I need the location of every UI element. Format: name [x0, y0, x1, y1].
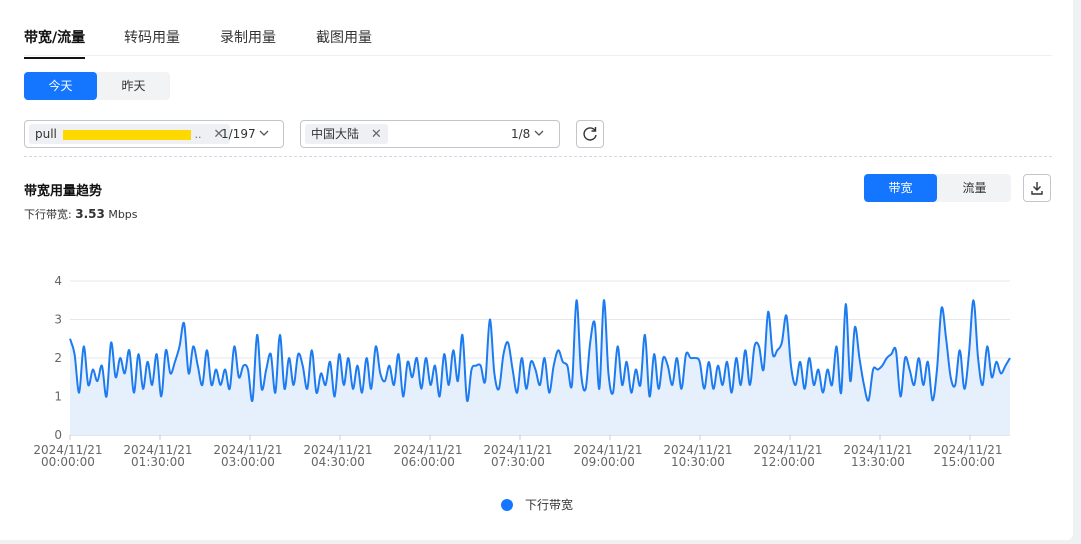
y-tick-label: 3: [54, 313, 62, 327]
x-tick-label: 03:00:00: [221, 455, 275, 469]
tab-snapshot-usage[interactable]: 截图用量: [316, 27, 372, 47]
chevron-down-icon[interactable]: [533, 127, 545, 139]
chevron-down-icon[interactable]: [258, 127, 270, 139]
series-line: [69, 299, 1011, 402]
chart-legend[interactable]: 下行带宽: [501, 496, 573, 513]
region-chip-label: 中国大陆: [311, 127, 360, 141]
metric-summary: 下行带宽: 3.53 Mbps: [24, 206, 138, 222]
tab-bar: 带宽/流量 转码用量 录制用量 截图用量: [24, 22, 1052, 59]
x-tick-label: 10:30:00: [671, 455, 725, 469]
y-tick-label: 2: [54, 351, 62, 365]
x-tick-label: 00:00:00: [41, 455, 95, 469]
y-tick-label: 1: [54, 390, 62, 404]
y-tick-label: 4: [54, 274, 62, 288]
yesterday-button[interactable]: 昨天: [97, 72, 170, 100]
x-tick-label: 01:30:00: [131, 455, 185, 469]
metric-unit: Mbps: [108, 208, 138, 221]
region-select[interactable]: 中国大陆 ✕ 1/8: [300, 120, 560, 148]
stream-chip-label: pull: [35, 127, 57, 141]
download-button[interactable]: [1023, 174, 1051, 202]
x-tick-label: 06:00:00: [401, 455, 455, 469]
x-tick-label: 09:00:00: [581, 455, 635, 469]
chart-title: 带宽用量趋势: [24, 184, 103, 199]
tab-record-usage[interactable]: 录制用量: [220, 27, 276, 47]
region-count: 1/8: [511, 127, 531, 141]
y-axis-ticks: 0 1 2 3 4: [54, 274, 62, 442]
x-tick-label: 07:30:00: [491, 455, 545, 469]
metric-toggle: 带宽 流量: [864, 174, 1011, 202]
ellipsis: ..: [194, 128, 202, 141]
x-tick-label: 12:00:00: [761, 455, 815, 469]
x-tick-label: 13:30:00: [851, 455, 905, 469]
bandwidth-chart: 0 1 2 3 4 2024/11/2100:00:002024/11/2101:30:…: [33, 274, 1011, 469]
x-axis-ticks: 2024/11/2100:00:002024/11/2101:30:002024…: [33, 435, 1003, 469]
region-chip: 中国大陆 ✕: [305, 124, 388, 144]
refresh-icon: [583, 127, 597, 141]
x-tick-label: 04:30:00: [311, 455, 365, 469]
metric-value: 3.53: [75, 207, 105, 221]
refresh-button[interactable]: [576, 120, 604, 148]
tab-bandwidth-traffic[interactable]: 带宽/流量: [24, 27, 86, 59]
stream-select[interactable]: pull .. ✕ 1/197: [24, 120, 284, 148]
stream-count: 1/197: [221, 127, 256, 141]
download-icon: [1031, 182, 1043, 195]
bandwidth-button[interactable]: 带宽: [864, 174, 937, 202]
y-tick-label: 0: [54, 428, 62, 442]
legend-swatch: [501, 498, 513, 511]
main-card: 带宽/流量 转码用量 录制用量 截图用量 今天 昨天 pull .. ✕ 1/1…: [0, 0, 1073, 540]
today-button[interactable]: 今天: [24, 72, 97, 100]
remove-region-icon[interactable]: ✕: [371, 125, 382, 145]
day-toggle: 今天 昨天: [24, 72, 170, 100]
divider: [24, 156, 1052, 157]
redaction-mark: [62, 129, 191, 140]
tab-transcode-usage[interactable]: 转码用量: [124, 27, 180, 47]
series-area: [70, 300, 1010, 435]
traffic-button[interactable]: 流量: [938, 174, 1011, 202]
stream-chip: pull .. ✕: [29, 124, 231, 144]
metric-label: 下行带宽:: [24, 208, 72, 221]
legend-label: 下行带宽: [525, 498, 574, 512]
x-tick-label: 15:00:00: [941, 455, 995, 469]
